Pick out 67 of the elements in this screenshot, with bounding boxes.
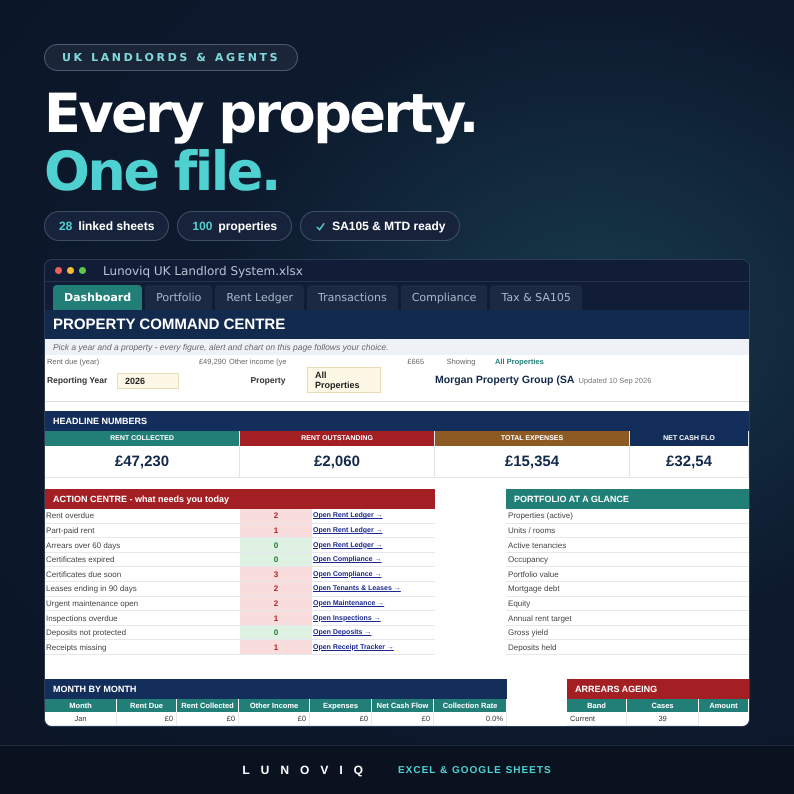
window-title: Lunoviq UK Landlord System.xlsx — [103, 264, 303, 278]
table-cell: Properties (active) — [506, 509, 749, 524]
table-cell-text: Inspections overdue — [45, 612, 119, 625]
table-cell: Mortgage debt — [506, 582, 749, 597]
window-zoom-control[interactable] — [79, 267, 86, 274]
table-cell: Deposits held — [506, 640, 749, 655]
card-value: £15,354 — [504, 452, 560, 472]
count-cell: 3 — [240, 567, 312, 582]
table-cell: Portfolio value — [506, 567, 749, 582]
year-field[interactable]: 2026 — [117, 373, 179, 390]
sheet-tab[interactable]: Portfolio — [145, 285, 212, 310]
window-close-control[interactable] — [55, 267, 62, 274]
feature-label: properties — [218, 219, 278, 233]
table-cell: Annual rent target — [506, 611, 749, 626]
sheet-tab[interactable]: Rent Ledger — [215, 285, 304, 310]
sheet-tab[interactable]: Transactions — [307, 285, 398, 310]
table-cell: Active tenancies — [506, 538, 749, 553]
section-header: ARREARS AGEING — [567, 679, 749, 699]
table-cell-text: Deposits not protected — [45, 627, 128, 640]
count-cell: 0 — [240, 626, 312, 640]
brand-name: LUNOVIQ — [242, 763, 374, 777]
card-value: £47,230 — [114, 452, 170, 472]
table-cell-text: Certificates due soon — [45, 568, 122, 581]
check-icon — [315, 220, 326, 232]
count-cell: 1 — [240, 524, 312, 538]
table-cell-text: Certificates expired — [45, 554, 116, 566]
feature-label: SA105 & MTD ready — [332, 219, 446, 233]
count-cell: 0 — [240, 538, 312, 552]
table-cell-text: Urgent maintenance open — [45, 598, 140, 610]
subheadline: One file. — [44, 143, 279, 201]
feature-count: 28 — [59, 219, 72, 233]
field-label: Reporting Year — [47, 375, 108, 386]
property-field[interactable]: All Properties — [307, 367, 381, 394]
section-header: PORTFOLIO AT A GLANCE — [506, 489, 749, 510]
card-value: £2,060 — [313, 452, 361, 472]
window-minimize-control[interactable] — [67, 267, 74, 274]
field-label: Property — [250, 375, 286, 386]
count-cell: 2 — [240, 509, 312, 523]
table-cell-text: Part-paid rent — [45, 524, 96, 537]
company-name: Morgan Property Group (SA — [435, 374, 574, 386]
count-cell: 1 — [240, 611, 312, 625]
feature-label: linked sheets — [78, 219, 154, 233]
table-cell: Units / rooms — [506, 524, 749, 538]
hint-text: Pick a year and a property - every figure, alert and chart on this page follows your choice. — [45, 339, 749, 356]
section-header: ACTION CENTRE - what needs you today — [45, 489, 435, 510]
table-cell: Equity — [506, 596, 749, 612]
sheet-tab[interactable]: Tax & SA105 — [490, 285, 582, 310]
count-cell: 2 — [240, 582, 312, 596]
section-header: MONTH BY MONTH — [45, 679, 507, 699]
audience-badge: UK LANDLORDS & AGENTS — [44, 44, 298, 71]
count-cell: 1 — [240, 640, 312, 654]
section-header: HEADLINE NUMBERS — [45, 411, 749, 432]
table-cell-text: Receipts missing — [45, 642, 108, 654]
sheet-tab[interactable]: Dashboard — [53, 285, 142, 310]
headline: Every property. — [44, 85, 477, 143]
tagline: EXCEL & GOOGLE SHEETS — [398, 764, 552, 776]
feature-count: 100 — [192, 219, 212, 233]
table-cell-text: Leases ending in 90 days — [45, 583, 138, 596]
table-cell: Occupancy — [506, 552, 749, 568]
sheet-tab[interactable]: Compliance — [400, 285, 488, 310]
sheet-title: PROPERTY COMMAND CENTRE — [45, 310, 749, 340]
card-value: £32,54 — [665, 452, 713, 472]
count-cell: 0 — [240, 552, 312, 566]
table-cell-text: Rent overdue — [45, 510, 96, 522]
table-cell: Gross yield — [506, 626, 749, 640]
count-cell: 2 — [240, 596, 312, 610]
table-cell-text: Arrears over 60 days — [45, 540, 122, 552]
